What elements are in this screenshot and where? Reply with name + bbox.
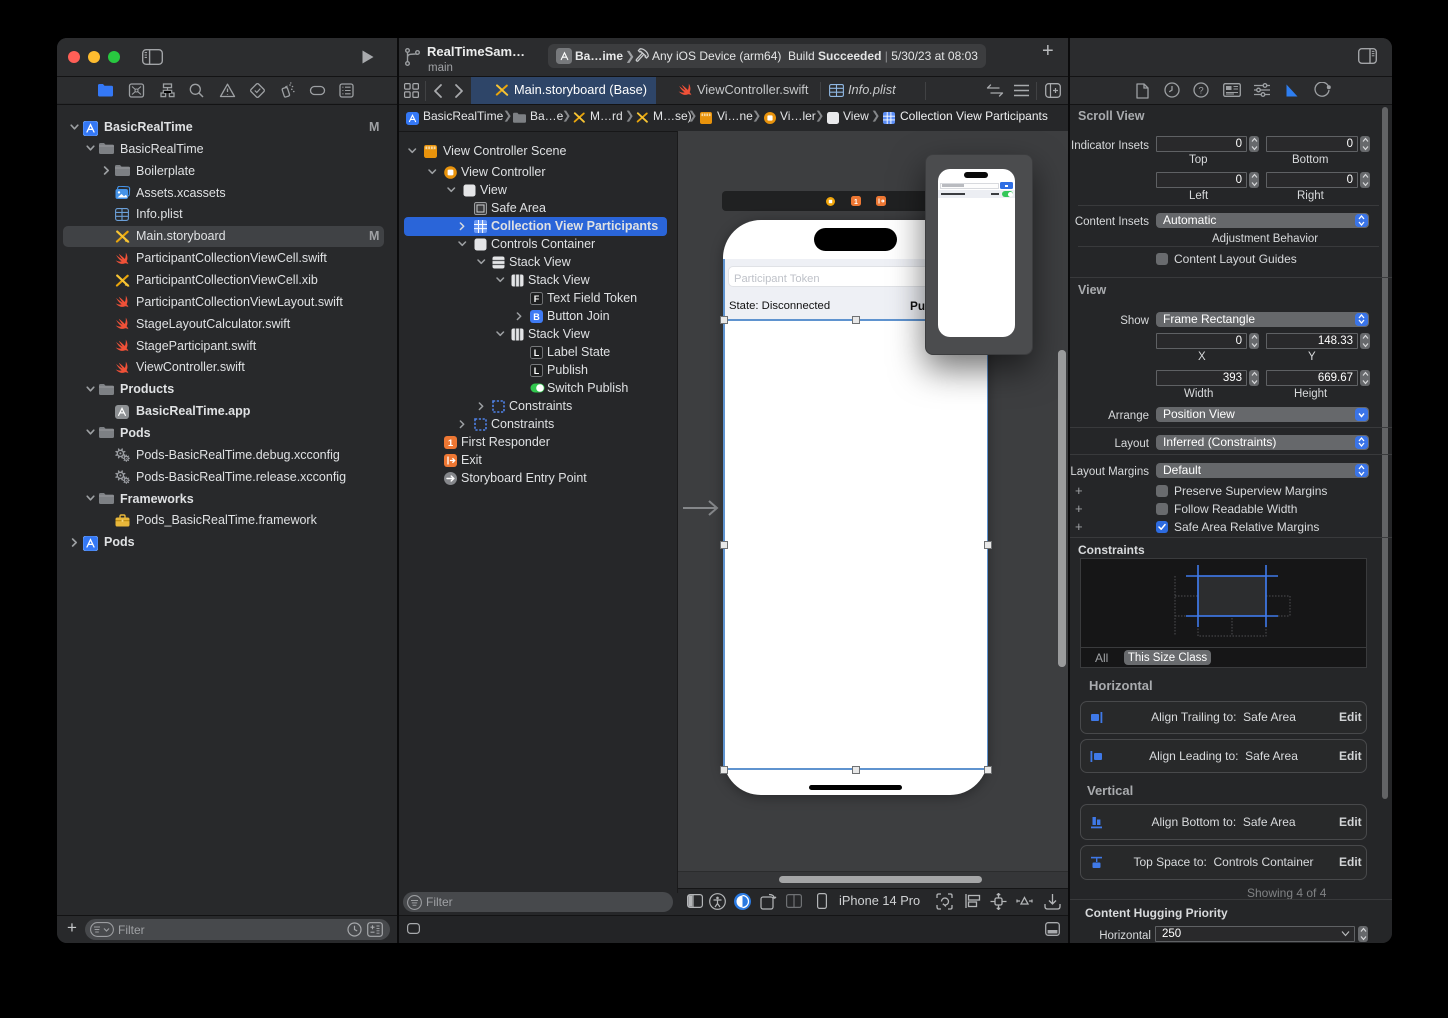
svg-text:F: F bbox=[534, 293, 540, 303]
svg-text:L: L bbox=[534, 347, 540, 357]
svg-text:L: L bbox=[534, 365, 540, 375]
svg-text:1: 1 bbox=[854, 199, 858, 206]
svg-text:?: ? bbox=[1198, 86, 1203, 97]
svg-text:1: 1 bbox=[448, 438, 454, 449]
svg-text:B: B bbox=[533, 311, 540, 321]
